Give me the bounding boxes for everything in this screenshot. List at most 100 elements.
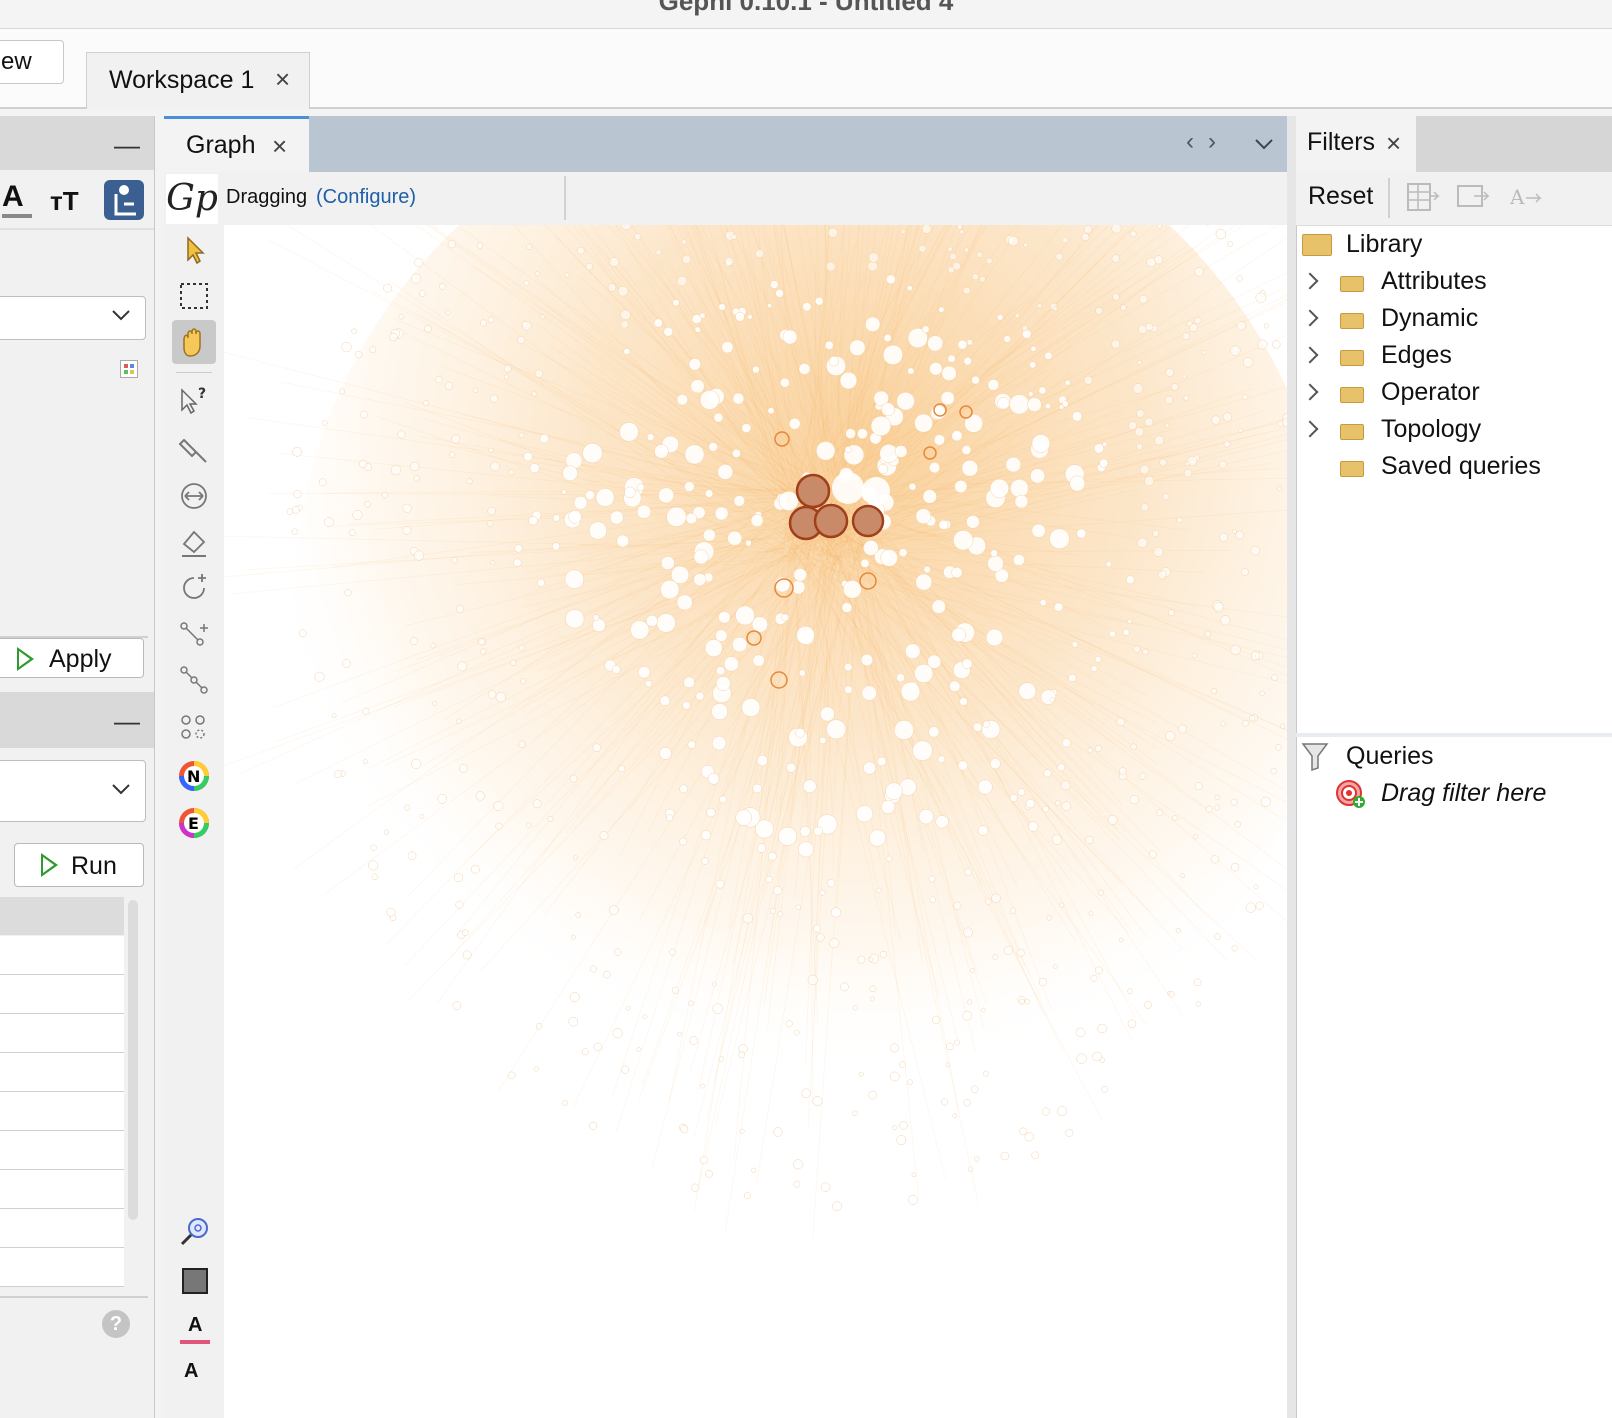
graph-node[interactable] bbox=[886, 855, 893, 862]
graph-node[interactable] bbox=[646, 433, 655, 441]
graph-node[interactable] bbox=[735, 605, 755, 626]
graph-node[interactable] bbox=[1125, 575, 1135, 585]
graph-node[interactable] bbox=[931, 599, 946, 614]
graph-node[interactable] bbox=[637, 666, 651, 679]
splitter[interactable] bbox=[1287, 116, 1296, 1418]
graph-node[interactable] bbox=[682, 701, 691, 710]
graph-node[interactable] bbox=[767, 303, 772, 309]
graph-node[interactable] bbox=[390, 464, 402, 476]
graph-node[interactable] bbox=[1134, 427, 1145, 437]
table-row[interactable] bbox=[0, 975, 124, 1014]
graph-node[interactable] bbox=[1220, 721, 1226, 727]
graph-node[interactable] bbox=[1168, 991, 1175, 998]
graph-node[interactable] bbox=[991, 893, 1001, 903]
graph-node[interactable] bbox=[1009, 907, 1017, 914]
graph-node[interactable] bbox=[860, 558, 870, 568]
graph-node[interactable] bbox=[552, 542, 561, 551]
graph-node[interactable] bbox=[945, 1062, 951, 1068]
graph-node[interactable] bbox=[770, 280, 779, 289]
graph-node[interactable] bbox=[877, 464, 889, 475]
graph-node[interactable] bbox=[1094, 744, 1103, 753]
table-row[interactable] bbox=[0, 1053, 124, 1092]
close-icon[interactable]: × bbox=[275, 64, 290, 95]
graph-node[interactable] bbox=[964, 414, 984, 433]
graph-node[interactable] bbox=[522, 321, 532, 331]
table-row[interactable] bbox=[0, 1248, 124, 1287]
graph-node[interactable] bbox=[867, 261, 878, 272]
graph-node[interactable] bbox=[672, 299, 680, 307]
help-icon[interactable]: ? bbox=[102, 1310, 130, 1338]
graph-node[interactable] bbox=[314, 671, 325, 682]
graph-node[interactable] bbox=[929, 896, 937, 903]
graph-node[interactable] bbox=[962, 286, 971, 295]
graph-node[interactable] bbox=[938, 519, 949, 530]
graph-node[interactable] bbox=[1144, 475, 1155, 486]
graph-node[interactable] bbox=[830, 907, 842, 918]
graph-node[interactable] bbox=[437, 794, 448, 804]
graph-node[interactable] bbox=[1214, 794, 1220, 800]
graph-node[interactable] bbox=[381, 491, 389, 499]
graph-canvas[interactable] bbox=[224, 225, 1287, 1418]
graph-node[interactable] bbox=[1139, 772, 1147, 780]
graph-node[interactable] bbox=[992, 954, 999, 960]
graph-node[interactable] bbox=[870, 996, 875, 1002]
graph-node[interactable] bbox=[487, 506, 496, 516]
graph-node[interactable] bbox=[1144, 1001, 1152, 1009]
graph-node[interactable] bbox=[368, 860, 379, 871]
graph-node[interactable] bbox=[655, 249, 662, 256]
reset-button[interactable]: Reset bbox=[1308, 182, 1373, 211]
graph-node[interactable] bbox=[1145, 322, 1154, 331]
graph-node[interactable] bbox=[684, 444, 705, 465]
graph-node[interactable] bbox=[1191, 652, 1198, 659]
graph-node[interactable] bbox=[954, 1039, 960, 1046]
graph-node[interactable] bbox=[741, 698, 761, 717]
hub-node[interactable] bbox=[851, 504, 885, 538]
graph-node[interactable] bbox=[715, 879, 725, 889]
graph-node[interactable] bbox=[537, 578, 545, 587]
graph-node[interactable] bbox=[1189, 323, 1198, 333]
graph-node[interactable] bbox=[410, 273, 422, 284]
graph-node[interactable] bbox=[713, 412, 724, 423]
graph-node[interactable] bbox=[518, 432, 525, 439]
brush-icon[interactable] bbox=[176, 432, 212, 468]
graph-node[interactable] bbox=[1253, 884, 1259, 890]
graph-node[interactable] bbox=[364, 501, 371, 508]
graph-node[interactable] bbox=[1215, 229, 1226, 240]
graph-node[interactable] bbox=[894, 720, 914, 740]
graph-node[interactable] bbox=[636, 504, 652, 519]
graph-node[interactable] bbox=[525, 822, 532, 829]
graph-node[interactable] bbox=[339, 388, 346, 395]
shortest-path-icon[interactable] bbox=[176, 662, 212, 698]
graph-node[interactable] bbox=[666, 506, 687, 527]
graph-node[interactable] bbox=[1157, 570, 1167, 580]
graph-node[interactable] bbox=[1250, 545, 1260, 556]
label-layout-icon[interactable] bbox=[104, 180, 144, 220]
graph-node[interactable] bbox=[445, 309, 451, 315]
graph-node[interactable] bbox=[1060, 780, 1071, 791]
graph-node[interactable] bbox=[293, 490, 302, 499]
graph-node[interactable] bbox=[454, 873, 464, 883]
graph-node[interactable] bbox=[915, 573, 933, 591]
graph-node[interactable] bbox=[419, 290, 426, 297]
graph-node[interactable] bbox=[1275, 744, 1282, 751]
graph-node[interactable] bbox=[1052, 306, 1058, 312]
graph-node[interactable] bbox=[733, 495, 746, 507]
graph-node[interactable] bbox=[1064, 379, 1071, 386]
graph-node[interactable] bbox=[1062, 236, 1069, 244]
graph-node[interactable] bbox=[1022, 329, 1032, 339]
graph-node[interactable] bbox=[755, 249, 764, 258]
pointer-icon[interactable] bbox=[176, 232, 212, 268]
graph-node[interactable] bbox=[933, 434, 946, 446]
graph-node[interactable] bbox=[906, 285, 913, 291]
graph-node[interactable] bbox=[490, 461, 500, 472]
graph-node[interactable] bbox=[360, 410, 368, 419]
graph-node[interactable] bbox=[1144, 417, 1154, 427]
graph-node[interactable] bbox=[896, 392, 915, 411]
graph-node[interactable] bbox=[397, 430, 406, 439]
graph-node[interactable] bbox=[462, 950, 472, 960]
graph-node[interactable] bbox=[883, 333, 892, 342]
graph-node[interactable] bbox=[1178, 724, 1188, 734]
graph-node[interactable] bbox=[676, 394, 688, 406]
graph-node[interactable] bbox=[979, 276, 986, 283]
graph-node[interactable] bbox=[959, 697, 968, 706]
